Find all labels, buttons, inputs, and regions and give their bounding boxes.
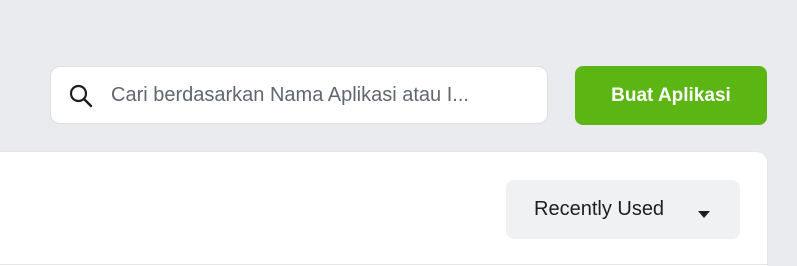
sort-dropdown[interactable]: Recently Used [506,180,740,239]
panel-divider [0,264,767,265]
caret-down-icon [698,206,710,218]
sort-dropdown-label: Recently Used [534,198,665,220]
search-input[interactable] [111,67,536,123]
create-app-button[interactable]: Buat Aplikasi [575,66,767,125]
search-box[interactable] [50,66,548,124]
search-icon [69,84,93,108]
